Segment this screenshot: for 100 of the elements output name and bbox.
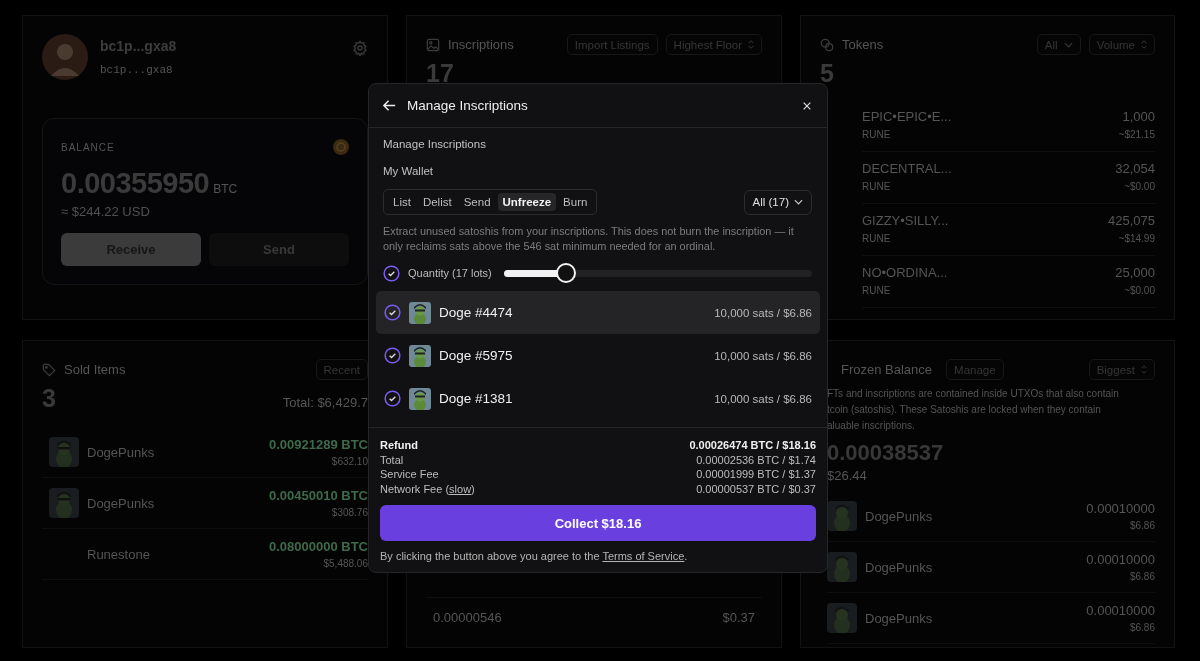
description-line: tcoin (satoshis). These Satoshis are locked when they contain [827, 403, 1102, 417]
token-name: DECENTRAL... [862, 161, 952, 176]
updown-icon [1141, 365, 1147, 374]
sold-row[interactable]: Runestone 0.08000000 BTC $5,488.06 [42, 529, 368, 580]
token-value: ~$0.00 [1124, 181, 1155, 192]
terms-text: By clicking the button above you agree to the Terms of Service. [380, 550, 689, 562]
frozen-usd: $26.44 [827, 468, 868, 483]
inscription-value: 10,000 sats / $6.86 [714, 349, 812, 362]
token-value: ~$21.15 [1118, 129, 1155, 140]
token-type: RUNE [862, 181, 892, 192]
token-value: ~$14.99 [1118, 233, 1155, 244]
action-tab[interactable]: Burn [558, 193, 593, 211]
sold-usd: $5,488.06 [323, 558, 368, 569]
token-name: GIZZY•SILLY... [862, 213, 949, 228]
item-name: DogePunks [865, 559, 933, 575]
action-tab[interactable]: List [388, 193, 416, 211]
sold-price: 0.08000000 BTC [269, 539, 368, 554]
sold-price: 0.00921289 BTC [269, 437, 368, 452]
updown-icon [748, 40, 754, 49]
description-line: aluable inscriptions. [827, 419, 916, 433]
inscription-value: 10,000 sats / $6.86 [714, 306, 812, 319]
sold-price: 0.00450010 BTC [269, 488, 368, 503]
wallet-address: bc1p...gxa8 [100, 64, 174, 76]
inscription-name: Doge #5975 [439, 348, 513, 363]
summary-value: 0.00002536 BTC / $1.74 [696, 452, 816, 467]
checkbox[interactable] [384, 390, 401, 407]
description-line: FTs and inscriptions are contained inside UTXOs that also contain [827, 387, 1120, 401]
token-name: NO•ORDINA... [862, 265, 948, 280]
frozen-item-usd: $6.86 [1129, 571, 1155, 582]
inscription-value: 10,000 sats / $6.86 [714, 392, 812, 405]
token-type: RUNE [862, 285, 892, 296]
item-name: Runestone [87, 546, 150, 562]
chevron-icon [794, 199, 803, 205]
checkbox[interactable] [383, 264, 400, 282]
item-name: DogePunks [865, 508, 933, 524]
inscription-row-highlighted[interactable]: Doge #4474 10,000 sats / $6.86 [376, 291, 820, 334]
inscription-usd: $0.37 [722, 610, 755, 625]
item-name: DogePunks [87, 495, 155, 511]
back-arrow-icon[interactable] [382, 98, 397, 113]
action-tab[interactable]: Delist [417, 193, 457, 211]
item-name: DogePunks [865, 610, 933, 626]
description-text: Extract unused satoshis from your inscriptions. This does not burn the inscription — it only reclaims sats above the 546 sat minimum needed for an ordinal. [383, 224, 795, 254]
inscription-name: Doge #4474 [439, 305, 513, 320]
token-amount: 32,054 [1115, 161, 1155, 176]
card-title: Sold Items [64, 362, 126, 377]
image-icon [426, 37, 440, 52]
balance-usd: ≈ $244.22 USD [61, 204, 151, 219]
checkbox[interactable] [384, 347, 401, 364]
coins-icon [820, 37, 834, 52]
quantity-label: Quantity (17 lots) [408, 267, 492, 279]
sold-row[interactable]: DogePunks 0.00450010 BTC $308.76 [42, 478, 368, 529]
token-name: EPIC•EPIC•E... [862, 109, 952, 124]
checkbox[interactable] [384, 304, 401, 321]
token-amount: 1,000 [1122, 109, 1155, 124]
item-name: DogePunks [87, 444, 155, 460]
frozen-item-usd: $6.86 [1129, 520, 1155, 531]
bitcoin-icon [333, 139, 349, 155]
balance-unit: BTC [213, 182, 238, 196]
token-amount: 425,075 [1108, 213, 1155, 228]
token-type: RUNE [862, 233, 892, 244]
frozen-item-usd: $6.86 [1129, 622, 1155, 633]
tag-icon [42, 362, 56, 377]
token-value: ~$0.00 [1124, 285, 1155, 296]
balance-label: BALANCE [61, 141, 115, 153]
updown-icon [1141, 40, 1147, 49]
avatar-icon [42, 34, 88, 80]
frozen-item-amount: 0.00010000 [1086, 501, 1155, 516]
summary-value: 0.00000537 BTC / $0.37 [696, 481, 816, 496]
sold-row[interactable]: DogePunks 0.00921289 BTC $632.10 [42, 427, 368, 478]
inscription-value: 0.00000546 [433, 610, 502, 625]
filter-dropdown[interactable]: All (17) [743, 189, 812, 215]
sold-usd: $632.10 [331, 456, 368, 467]
frozen-item-amount: 0.00010000 [1086, 603, 1155, 618]
card-title: Inscriptions [448, 37, 514, 52]
section-label: Manage Inscriptions [383, 138, 487, 150]
close-icon[interactable] [802, 100, 812, 111]
card-title: Frozen Balance [841, 362, 933, 377]
chevron-icon [1063, 41, 1073, 48]
inscription-row[interactable]: Doge #1381 10,000 sats / $6.86 [376, 377, 820, 420]
token-amount: 25,000 [1115, 265, 1155, 280]
token-type: RUNE [862, 129, 892, 140]
sold-usd: $308.76 [331, 507, 368, 518]
summary-label: Refund [380, 438, 418, 453]
sold-total: Total: $6,429.7 [282, 395, 368, 412]
collect-button[interactable]: Collect $18.16 [380, 505, 816, 541]
inscription-row[interactable]: Doge #5975 10,000 sats / $6.86 [376, 334, 820, 377]
inscription-name: Doge #1381 [439, 391, 513, 406]
summary-value: 0.00026474 BTC / $18.16 [689, 438, 816, 453]
summary-label: Service Fee [380, 467, 439, 482]
action-tab[interactable]: Send [458, 193, 496, 211]
frozen-item-amount: 0.00010000 [1086, 552, 1155, 567]
quantity-slider[interactable] [503, 263, 812, 283]
slider-thumb[interactable] [556, 263, 577, 283]
modal-title: Manage Inscriptions [407, 98, 528, 113]
card-title: Tokens [842, 37, 884, 52]
summary-label: Total [380, 452, 404, 467]
action-tab[interactable]: Unfreeze [497, 193, 557, 211]
wallet-label: My Wallet [383, 165, 435, 177]
wallet-name: bc1p...gxa8 [100, 38, 177, 54]
summary-label: Network Fee (slow) [380, 481, 475, 496]
